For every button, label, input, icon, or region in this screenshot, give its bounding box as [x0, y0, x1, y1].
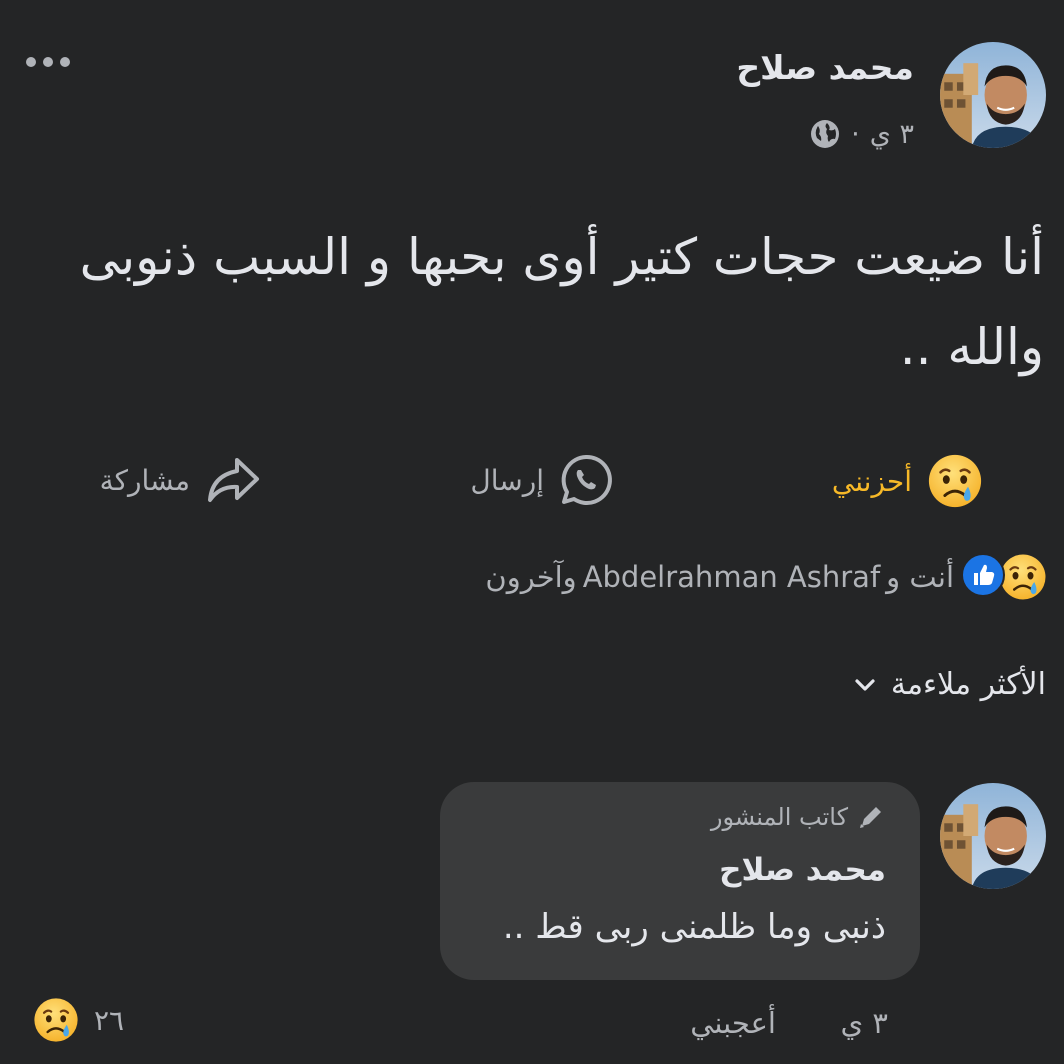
post-text: أنا ضيعت حجات كتير أوى بحبها و السبب ذنو…	[79, 228, 1044, 376]
chevron-down-icon	[853, 673, 877, 697]
reactions-summary[interactable]: أنت و Abdelrahman Ashraf وآخرون	[485, 552, 1048, 602]
share-button[interactable]: مشاركة	[100, 452, 262, 508]
globe-icon[interactable]	[809, 118, 841, 150]
post-time[interactable]: ٣ ي	[870, 119, 914, 150]
sort-label: الأكثر ملاءمة	[890, 667, 1046, 702]
send-label: إرسال	[470, 463, 544, 497]
reaction-label: أحزنني	[831, 464, 912, 498]
send-whatsapp-button[interactable]: إرسال	[470, 452, 614, 508]
comment-reaction-count[interactable]: ٢٦	[32, 996, 124, 1044]
reaction-button[interactable]: أحزنني	[832, 452, 984, 510]
meta-separator: ·	[851, 118, 860, 150]
reactions-you-and: أنت و	[886, 560, 954, 594]
share-label: مشاركة	[99, 463, 190, 497]
post-meta: ٣ ي ·	[809, 118, 914, 150]
comment-author-name[interactable]: محمد صلاح	[719, 852, 886, 888]
author-avatar[interactable]	[940, 42, 1046, 148]
more-options-icon[interactable]	[26, 48, 86, 76]
sad-emoji-icon	[926, 452, 984, 510]
post-author-name[interactable]: محمد صلاح	[736, 48, 914, 87]
like-reaction-icon	[960, 552, 1006, 602]
share-arrow-icon	[204, 452, 262, 508]
author-badge: كاتب المنشور	[711, 802, 886, 832]
sad-reaction-icon	[32, 996, 80, 1044]
reactions-others: وآخرون	[485, 560, 577, 594]
author-badge-label: كاتب المنشور	[710, 803, 848, 831]
reactions-other-name: Abdelrahman Ashraf	[582, 560, 881, 594]
comment-sort-dropdown[interactable]: الأكثر ملاءمة	[853, 667, 1046, 702]
pencil-icon	[856, 802, 886, 832]
reaction-icons	[960, 552, 1048, 602]
comment-text: ذنبى وما ظلمنى ربى قط ..	[502, 907, 886, 947]
comment-like-button[interactable]: أعجبني	[690, 1006, 776, 1040]
comment-bubble: كاتب المنشور محمد صلاح ذنبى وما ظلمنى رب…	[440, 782, 920, 980]
comment-author-avatar[interactable]	[940, 783, 1046, 889]
comment-reaction-count-value: ٢٦	[94, 1003, 125, 1037]
comment-time[interactable]: ٣ ي	[841, 1006, 889, 1040]
whatsapp-icon	[558, 452, 614, 508]
